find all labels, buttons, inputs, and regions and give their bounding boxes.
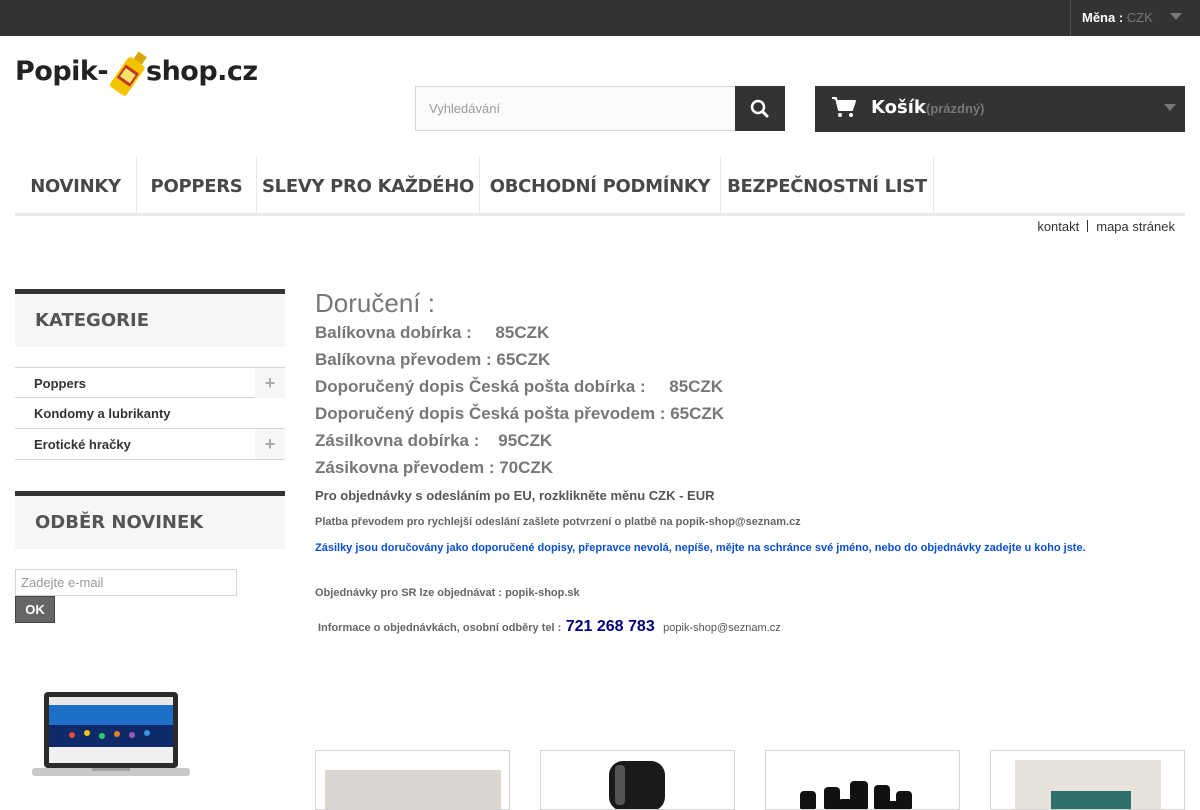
search-input[interactable] bbox=[415, 86, 736, 131]
logo-text-left: Popik- bbox=[15, 56, 109, 87]
category-label: Kondomy a lubrikanty bbox=[34, 406, 171, 421]
shipping-line: Zásilkovna dobírka : 95CZK bbox=[315, 431, 553, 450]
top-bar: Měna : CZK bbox=[0, 0, 1200, 36]
shipping-line: Zásikovna převodem : 70CZK bbox=[315, 458, 554, 477]
contact-info: Informace o objednávkách, osobní odběry … bbox=[315, 618, 1185, 636]
currency-selector[interactable]: Měna : CZK bbox=[1070, 0, 1200, 36]
link-divider bbox=[1087, 220, 1089, 232]
eu-note: Pro objednávky s odesláním po EU, rozkli… bbox=[315, 488, 715, 503]
menu-item-obchodni-podminky[interactable]: OBCHODNÍ PODMÍNKY bbox=[480, 157, 721, 213]
expand-plus-icon[interactable]: + bbox=[255, 429, 285, 459]
logo-text-right: shop.cz bbox=[146, 56, 258, 87]
page-title: Doručení : bbox=[315, 288, 435, 318]
product-card[interactable] bbox=[315, 750, 510, 810]
categories-title: KATEGORIE bbox=[15, 289, 285, 347]
cart-status: (prázdný) bbox=[926, 101, 985, 116]
shop-logo[interactable]: Popik- shop.cz bbox=[15, 48, 258, 100]
category-item-hracky[interactable]: Erotické hračky + bbox=[15, 429, 285, 460]
delivery-content: Doručení : Balíkovna dobírka : 85CZK Bal… bbox=[315, 287, 1185, 636]
cart-title: Košík bbox=[871, 97, 926, 118]
header-links: kontakt mapa stránek bbox=[1037, 219, 1175, 234]
currency-label: Měna : bbox=[1082, 10, 1124, 25]
currency-value: CZK bbox=[1126, 10, 1153, 25]
product-image bbox=[1015, 760, 1161, 809]
category-list: Poppers + Kondomy a lubrikanty Erotické … bbox=[15, 367, 285, 460]
search-button[interactable] bbox=[735, 86, 785, 131]
sitemap-link[interactable]: mapa stránek bbox=[1096, 219, 1175, 234]
product-card[interactable] bbox=[990, 750, 1185, 810]
product-image bbox=[325, 770, 501, 809]
expand-plus-icon[interactable]: + bbox=[255, 368, 285, 398]
chevron-down-icon bbox=[1170, 13, 1182, 20]
category-item-poppers[interactable]: Poppers + bbox=[15, 367, 285, 398]
category-item-kondomy[interactable]: Kondomy a lubrikanty bbox=[15, 398, 285, 429]
laptop-banner-image[interactable] bbox=[32, 690, 190, 780]
menu-item-poppers[interactable]: POPPERS bbox=[137, 157, 257, 213]
product-card[interactable] bbox=[765, 750, 960, 810]
info-label: Informace o objednávkách, osobní odběry … bbox=[318, 622, 562, 634]
sk-note: Objednávky pro SR lze objednávat : popik… bbox=[315, 587, 580, 599]
chevron-down-icon bbox=[1164, 104, 1176, 111]
menu-item-novinky[interactable]: NOVINKY bbox=[15, 157, 137, 213]
shipping-line: Doporučený dopis Česká pošta dobírka : 8… bbox=[315, 377, 724, 396]
main-menu: NOVINKY POPPERS SLEVY PRO KAŽDÉHO OBCHOD… bbox=[15, 157, 1185, 216]
search-form bbox=[415, 86, 785, 131]
search-icon bbox=[750, 99, 769, 118]
transfer-note: Platba převodem pro rychlejší odeslání z… bbox=[315, 516, 801, 528]
category-label: Erotické hračky bbox=[34, 437, 131, 452]
shipping-line: Balíkovna dobírka : 85CZK bbox=[315, 323, 550, 342]
newsletter-title: ODBĚR NOVINEK bbox=[15, 491, 285, 549]
shipping-line: Doporučený dopis Česká pošta převodem : … bbox=[315, 404, 725, 423]
shipping-line: Balíkovna převodem : 65CZK bbox=[315, 350, 551, 369]
menu-item-bezpecnostni-list[interactable]: BEZPEČNOSTNÍ LIST bbox=[721, 157, 934, 213]
phone-number: 721 268 783 bbox=[565, 618, 655, 635]
newsletter-email-input[interactable] bbox=[15, 569, 237, 596]
delivery-note: Zásilky jsou doručovány jako doporučené … bbox=[315, 542, 1086, 554]
cart-button[interactable]: Košík (prázdný) bbox=[815, 86, 1185, 132]
contact-email: popik-shop@seznam.cz bbox=[663, 622, 781, 634]
contact-link[interactable]: kontakt bbox=[1037, 219, 1079, 234]
menu-item-slevy[interactable]: SLEVY PRO KAŽDÉHO bbox=[257, 157, 480, 213]
product-card[interactable] bbox=[540, 750, 735, 810]
product-image bbox=[800, 781, 912, 809]
product-image bbox=[609, 761, 665, 809]
cart-icon bbox=[832, 97, 856, 117]
newsletter-ok-button[interactable]: OK bbox=[15, 596, 55, 623]
category-label: Poppers bbox=[34, 376, 87, 391]
